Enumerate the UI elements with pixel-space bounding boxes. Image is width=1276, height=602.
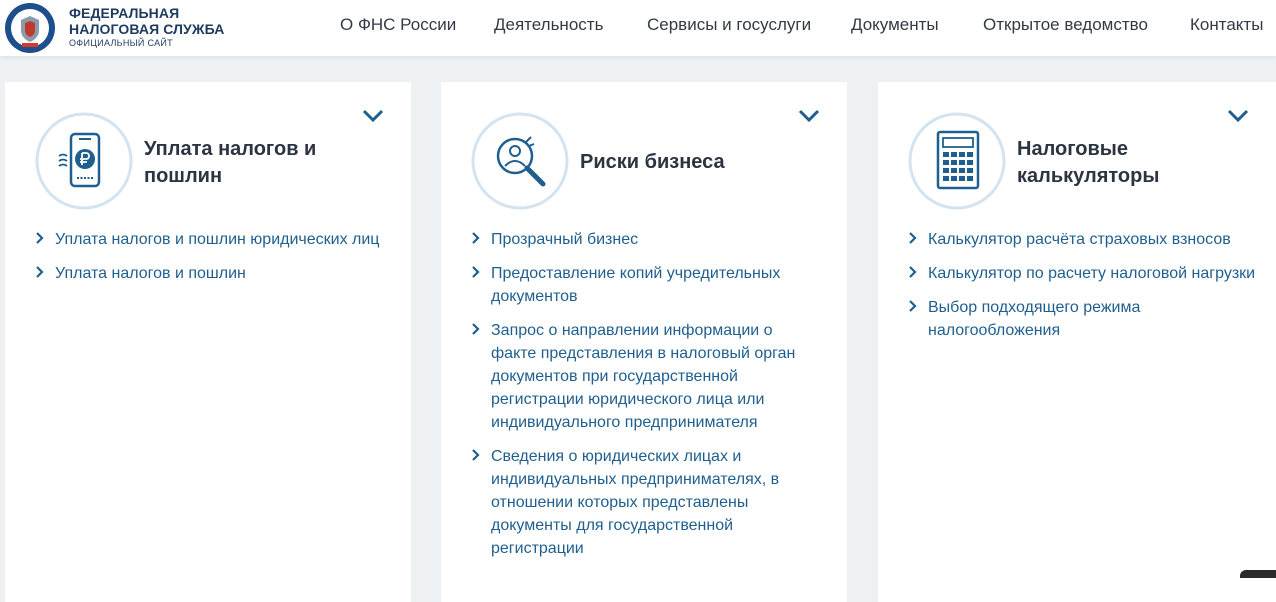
chevron-down-icon[interactable] [1226, 108, 1250, 124]
chevron-right-icon [909, 266, 917, 278]
phone-ruble-icon [35, 112, 133, 210]
logo-line-3: ОФИЦИАЛЬНЫЙ САЙТ [69, 38, 173, 48]
card-links: Прозрачный бизнес Предоставление копий у… [471, 228, 821, 571]
card-tax-payment: Уплата налогов и пошлин Уплата налогов и… [5, 82, 411, 602]
link-label: Уплата налогов и пошлин [55, 265, 246, 282]
link-label: Запрос о направлении информации о факте … [491, 322, 796, 431]
link-label: Выбор подходящего режима налогообложения [928, 299, 1141, 339]
site-header: ФЕДЕРАЛЬНАЯ НАЛОГОВАЯ СЛУЖБА ОФИЦИАЛЬНЫЙ… [0, 0, 1276, 56]
nav-item-activity[interactable]: Деятельность [494, 15, 603, 35]
main-nav: О ФНС России Деятельность Сервисы и госу… [0, 15, 1276, 37]
card-links: Калькулятор расчёта страховых взносов Ка… [908, 228, 1258, 353]
magnifier-person-icon [471, 112, 569, 210]
card-business-risks: Риски бизнеса Прозрачный бизнес Предоста… [441, 82, 847, 602]
list-item[interactable]: Уплата налогов и пошлин [35, 262, 385, 285]
list-item[interactable]: Запрос о направлении информации о факте … [471, 319, 821, 434]
list-item[interactable]: Калькулятор расчёта страховых взносов [908, 228, 1258, 251]
nav-item-contacts[interactable]: Контакты [1190, 15, 1263, 35]
chevron-right-icon [909, 300, 917, 312]
card-title[interactable]: Риски бизнеса [580, 149, 810, 176]
scrollbar-corner[interactable] [1240, 570, 1276, 578]
chevron-right-icon [909, 232, 917, 244]
card-tax-calculators: Налоговые калькуляторы Калькулятор расчё… [878, 82, 1276, 602]
list-item[interactable]: Сведения о юридических лицах и индивидуа… [471, 445, 821, 560]
link-label: Прозрачный бизнес [491, 231, 639, 248]
list-item[interactable]: Прозрачный бизнес [471, 228, 821, 251]
link-label: Сведения о юридических лицах и индивидуа… [491, 448, 780, 557]
chevron-down-icon[interactable] [797, 108, 821, 124]
chevron-right-icon [36, 266, 44, 278]
chevron-down-icon[interactable] [361, 108, 385, 124]
card-links: Уплата налогов и пошлин юридических лиц … [35, 228, 385, 296]
link-label: Уплата налогов и пошлин юридических лиц [55, 231, 380, 248]
card-title[interactable]: Уплата налогов и пошлин [144, 136, 374, 190]
chevron-right-icon [472, 232, 480, 244]
chevron-right-icon [36, 232, 44, 244]
chevron-right-icon [472, 449, 480, 461]
nav-item-documents[interactable]: Документы [851, 15, 939, 35]
link-label: Калькулятор расчёта страховых взносов [928, 231, 1231, 248]
nav-item-about[interactable]: О ФНС России [340, 15, 456, 35]
nav-item-services[interactable]: Сервисы и госуслуги [647, 15, 811, 35]
calculator-icon [908, 112, 1006, 210]
nav-item-open-agency[interactable]: Открытое ведомство [983, 15, 1148, 35]
link-label: Калькулятор по расчету налоговой нагрузк… [928, 265, 1256, 282]
card-title[interactable]: Налоговые калькуляторы [1017, 136, 1247, 190]
list-item[interactable]: Уплата налогов и пошлин юридических лиц [35, 228, 385, 251]
list-item[interactable]: Выбор подходящего режима налогообложения [908, 296, 1258, 342]
chevron-right-icon [472, 323, 480, 335]
link-label: Предоставление копий учредительных докум… [491, 265, 781, 305]
chevron-right-icon [472, 266, 480, 278]
list-item[interactable]: Калькулятор по расчету налоговой нагрузк… [908, 262, 1258, 285]
list-item[interactable]: Предоставление копий учредительных докум… [471, 262, 821, 308]
